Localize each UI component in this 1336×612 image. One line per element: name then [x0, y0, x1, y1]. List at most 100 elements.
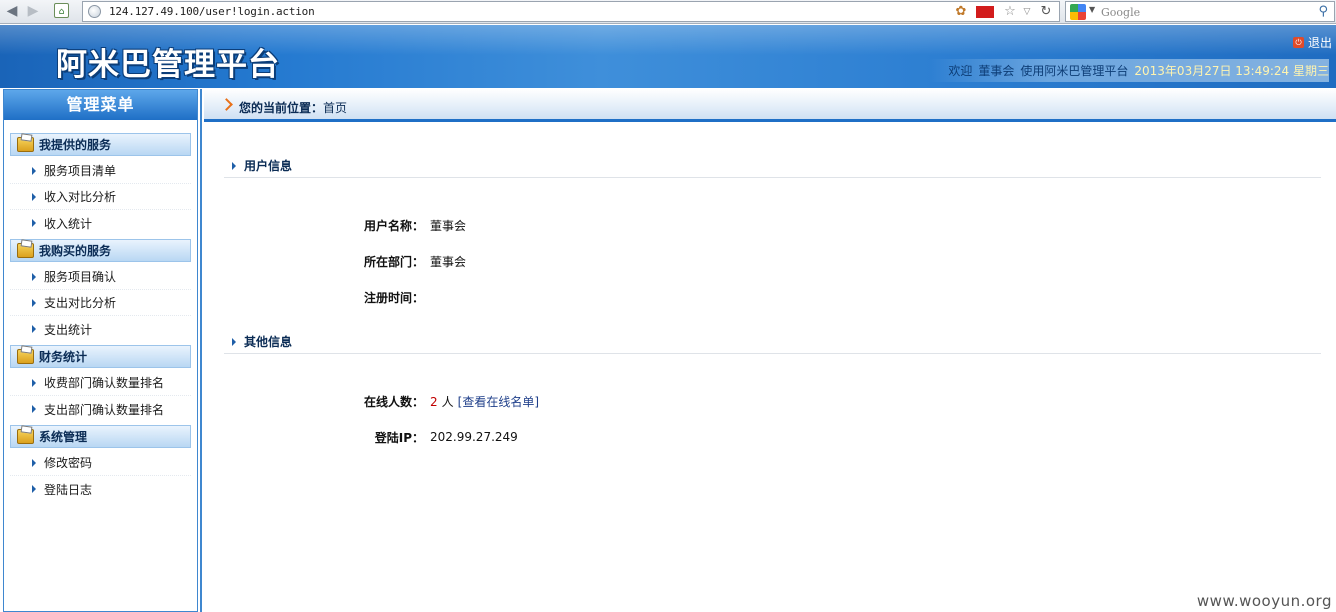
field-label: 所在部门：	[363, 254, 424, 269]
menu-group-title[interactable]: 财务统计	[10, 345, 191, 368]
search-input[interactable]: Google	[1101, 6, 1140, 19]
extension-icon[interactable]: ✿	[950, 4, 972, 20]
sidebar: 管理菜单 我提供的服务 服务项目清单 收入对比分析 收入统计 我购买的服务 服务…	[3, 89, 198, 612]
menu-item-label: 登陆日志	[44, 482, 93, 497]
menu-item-expense-comparison[interactable]: 支出对比分析	[10, 290, 191, 316]
menu-group-purchased-services: 我购买的服务 服务项目确认 支出对比分析 支出统计	[10, 239, 191, 342]
triangle-right-icon	[232, 337, 236, 346]
menu-item-label: 收费部门确认数量排名	[44, 376, 165, 390]
field-value: 董事会	[430, 254, 467, 269]
bookmark-star-icon[interactable]: ☆	[1001, 4, 1019, 20]
triangle-right-icon	[32, 192, 36, 201]
online-unit: 人	[441, 394, 454, 409]
folder-icon	[17, 137, 34, 152]
field-label: 在线人数：	[363, 394, 424, 409]
triangle-right-icon	[32, 166, 36, 175]
section-title: 用户信息	[244, 159, 293, 173]
menu-group-title[interactable]: 我提供的服务	[10, 133, 191, 156]
breadcrumb-label: 您的当前位置：	[239, 101, 324, 115]
welcome-suffix: 使用阿米巴管理平台	[1020, 64, 1129, 78]
reload-icon[interactable]: ↻	[1037, 4, 1055, 20]
breadcrumb-current[interactable]: 首页	[323, 101, 347, 115]
menu-group-label: 我购买的服务	[39, 244, 112, 258]
breadcrumb: 您的当前位置：首页	[204, 89, 1336, 122]
back-icon[interactable]: ◀	[4, 3, 20, 19]
menu-item-change-password[interactable]: 修改密码	[10, 450, 191, 476]
field-value: 202.99.27.249	[430, 430, 518, 444]
triangle-right-icon	[232, 161, 236, 170]
welcome-username: 董事会	[978, 64, 1015, 78]
menu-group-label: 财务统计	[39, 350, 88, 364]
power-icon: ⏻	[1292, 37, 1304, 48]
flag-icon	[976, 6, 994, 18]
current-datetime: 2013年03月27日 13:49:24 星期三	[1134, 64, 1329, 78]
triangle-right-icon	[32, 405, 36, 413]
sidebar-divider	[200, 89, 202, 612]
section-user-info: 用户信息	[224, 154, 1321, 178]
triangle-right-icon	[32, 219, 36, 227]
menu-item-label: 收入统计	[44, 216, 93, 231]
chevron-right-icon	[220, 98, 233, 111]
menu-group-title[interactable]: 系统管理	[10, 425, 191, 448]
field-value: 2 人 [查看在线名单]	[430, 393, 539, 410]
menu-item-charge-dept-ranking[interactable]: 收费部门确认数量排名	[10, 370, 191, 396]
logout-label: 退出	[1307, 36, 1332, 50]
field-label: 用户名称：	[363, 218, 424, 233]
menu-item-label: 服务项目清单	[44, 164, 117, 178]
field-label: 注册时间：	[363, 290, 424, 305]
triangle-right-icon	[32, 272, 36, 281]
menu-item-income-comparison[interactable]: 收入对比分析	[10, 184, 191, 210]
view-online-list-link[interactable]: [查看在线名单]	[458, 395, 539, 409]
menu-item-service-list[interactable]: 服务项目清单	[10, 158, 191, 184]
menu-item-expense-dept-ranking[interactable]: 支出部门确认数量排名	[10, 396, 191, 422]
browser-toolbar: ◀ ▶ ⌂ 124.127.49.100/user!login.action ✿…	[0, 0, 1336, 24]
menu-item-label: 服务项目确认	[44, 270, 117, 284]
menu-item-label: 支出对比分析	[44, 296, 117, 310]
forward-icon[interactable]: ▶	[25, 3, 41, 19]
menu-group-provided-services: 我提供的服务 服务项目清单 收入对比分析 收入统计	[10, 133, 191, 236]
field-login-ip: 登陆IP： 202.99.27.249	[330, 428, 518, 446]
section-other-info: 其他信息	[224, 330, 1321, 354]
folder-icon	[17, 429, 34, 444]
home-icon[interactable]: ⌂	[54, 3, 69, 18]
folder-icon	[17, 349, 34, 364]
field-online-count: 在线人数： 2 人 [查看在线名单]	[330, 392, 539, 410]
globe-icon	[88, 5, 101, 18]
sidebar-title: 管理菜单	[4, 90, 197, 120]
folder-icon	[17, 243, 34, 258]
field-registration-time: 注册时间：	[330, 288, 430, 306]
app-title: 阿米巴管理平台	[56, 47, 280, 83]
menu-item-label: 修改密码	[44, 456, 93, 470]
google-icon[interactable]	[1070, 4, 1086, 20]
field-username: 用户名称： 董事会	[330, 216, 466, 234]
menu-item-label: 支出统计	[44, 322, 93, 337]
dropdown-arrow-icon[interactable]: ▽	[1019, 4, 1035, 20]
menu-item-label: 支出部门确认数量排名	[44, 402, 165, 417]
url-text[interactable]: 124.127.49.100/user!login.action	[109, 5, 315, 18]
online-count: 2	[430, 394, 438, 409]
menu-group-system-admin: 系统管理 修改密码 登陆日志	[10, 425, 191, 502]
menu-group-title[interactable]: 我购买的服务	[10, 239, 191, 262]
search-icon[interactable]: ⚲	[1318, 4, 1328, 19]
menu-item-expense-stats[interactable]: 支出统计	[10, 316, 191, 342]
triangle-right-icon	[32, 298, 36, 307]
triangle-right-icon	[32, 325, 36, 333]
search-engine-dropdown-icon[interactable]: ▼	[1089, 5, 1095, 14]
menu-group-label: 我提供的服务	[39, 138, 112, 152]
triangle-right-icon	[32, 378, 36, 387]
menu-item-login-log[interactable]: 登陆日志	[10, 476, 191, 502]
menu-item-label: 收入对比分析	[44, 190, 117, 204]
field-value: 董事会	[430, 218, 467, 233]
field-label: 登陆IP：	[374, 430, 424, 445]
search-bar[interactable]: ▼ Google ⚲	[1065, 1, 1335, 22]
welcome-bar: 欢迎 董事会 使用阿米巴管理平台 2013年03月27日 13:49:24 星期…	[929, 59, 1329, 82]
logout-button[interactable]: ⏻ 退出	[1292, 34, 1332, 51]
watermark: www.wooyun.org	[1196, 592, 1332, 610]
triangle-right-icon	[32, 458, 36, 467]
breadcrumb-text: 您的当前位置：首页	[239, 99, 347, 116]
menu-item-income-stats[interactable]: 收入统计	[10, 210, 191, 236]
menu-group-label: 系统管理	[39, 430, 88, 444]
menu-item-service-confirm[interactable]: 服务项目确认	[10, 264, 191, 290]
address-bar[interactable]: 124.127.49.100/user!login.action ✿ ☆ ▽ ↻	[82, 1, 1060, 22]
field-department: 所在部门： 董事会	[330, 252, 466, 270]
